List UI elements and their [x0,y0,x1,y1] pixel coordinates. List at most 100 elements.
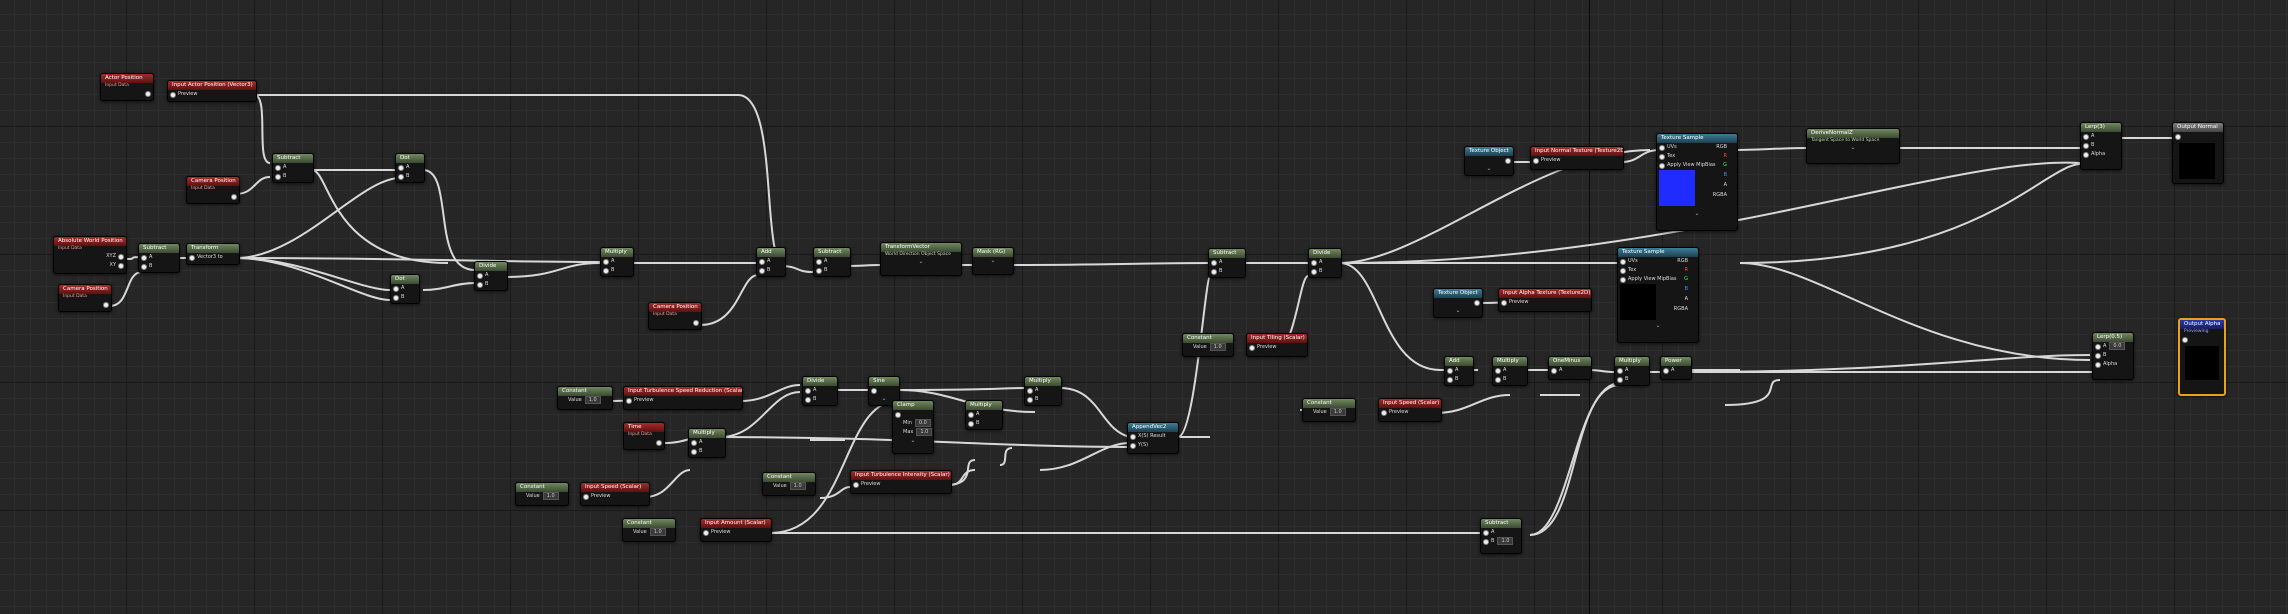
node-input-actor-position[interactable]: Input Actor Position (Vector3) Preview [167,80,257,102]
pin-a[interactable]: A [1661,366,1691,375]
pin-a[interactable]: A [139,253,179,262]
input-pin[interactable] [893,410,933,419]
pin-b[interactable]: B [139,262,179,271]
node-constant-turbulence-intensity[interactable]: Constant Value 1.0 [762,472,816,496]
pin-a[interactable]: A [1025,386,1061,395]
pin-a[interactable]: A [1309,258,1341,267]
node-input-speed-2[interactable]: Input Speed (Scalar) Preview [1378,398,1442,422]
preview-pin[interactable]: Preview [624,396,742,405]
input-pin[interactable] [869,386,899,395]
node-divide-3[interactable]: Divide A B [802,376,838,406]
node-subtract-bottom[interactable]: Subtract A B 1.0 [1480,518,1522,554]
preview-pin[interactable]: Preview [851,480,951,489]
node-constant-amount[interactable]: Constant Value 1.0 [622,518,676,542]
expand-chevron-icon[interactable]: ⌄ [893,437,933,445]
node-camera-position-3[interactable]: Camera Position Input Data [648,302,702,330]
pin-b[interactable]: B [1209,267,1245,276]
node-multiply-1[interactable]: Multiply A B [600,247,634,277]
node-append[interactable]: AppendVec2 X(S) Result Y(S) [1127,422,1179,454]
output-pin[interactable] [187,192,239,201]
pin-b[interactable]: B [475,280,507,289]
value-input[interactable]: 0.0 [914,419,931,427]
pin-alpha[interactable]: Alpha [2093,360,2133,369]
node-oneminus[interactable]: OneMinus A [1548,356,1592,380]
preview-pin[interactable]: Preview [1379,408,1441,417]
preview-pin[interactable]: Preview [1247,343,1307,352]
pin-a[interactable]: A [396,163,424,172]
node-texture-sample-1[interactable]: Texture Sample UVs RGB Tex R Apply View Mi… [1656,133,1738,231]
value-field[interactable]: Value 1.0 [558,396,612,405]
node-add-1[interactable]: Add A B [756,247,786,277]
node-multiply-time[interactable]: Multiply A B [688,428,726,458]
tex-pin[interactable]: Tex R [1657,152,1737,161]
expand-chevron-icon[interactable]: ⌄ [1657,210,1737,218]
output-pin[interactable] [649,318,701,327]
value-input[interactable]: 1.0 [1329,408,1346,416]
input-pin[interactable]: Vector3 to [187,253,239,262]
node-multiply-2[interactable]: Multiply A B [1024,376,1062,406]
node-subtract-2[interactable]: Subtract A B [272,153,314,183]
node-multiply-3[interactable]: Multiply A B [965,400,1003,430]
node-input-turbulence-intensity[interactable]: Input Turbulence Intensity (Scalar) Prev… [850,470,952,494]
pin-b[interactable]: B [757,266,785,275]
node-constant-speed[interactable]: Constant Value 1.0 [515,482,569,506]
node-transform-vector[interactable]: TransformVector World Direction Object S… [880,242,962,276]
node-subtract-3[interactable]: Subtract A B [813,247,851,277]
pin-b[interactable]: B [2093,351,2133,360]
value-input[interactable]: 1.0 [916,428,933,436]
pin-b[interactable]: B [2081,141,2121,150]
pin-b[interactable]: B [689,447,725,456]
pin-a[interactable]: A [1549,366,1591,375]
output-pin[interactable] [1434,298,1482,307]
node-divide-1[interactable]: Divide A B [474,261,508,291]
pin-a[interactable]: A [1615,366,1649,375]
input-pin[interactable] [2173,132,2223,141]
node-derive-normal[interactable]: DeriveNormalZ Tangent Space to World Spa… [1806,128,1900,164]
node-texture-object-1[interactable]: Texture Object ⌄ [1464,146,1514,176]
value-field[interactable]: Value 1.0 [516,492,568,501]
pin-a[interactable]: A [1481,528,1521,537]
node-actor-position[interactable]: Actor Position Input Data [100,73,154,101]
xyz-pin[interactable]: XYZ [54,252,126,261]
pin-a[interactable]: A [601,257,633,266]
node-dot-1[interactable]: Dot A B [395,153,425,183]
node-camera-position-2[interactable]: Camera Position Input Data [58,284,112,312]
pin-b[interactable]: B [391,293,419,302]
node-input-normal-texture[interactable]: Input Normal Texture (Texture2D) Preview [1530,146,1624,170]
node-power[interactable]: Power A [1660,356,1692,380]
mipbias-pin[interactable]: Apply View MipBias G [1657,161,1737,170]
node-input-alpha-texture[interactable]: Input Alpha Texture (Texture2D) Preview [1498,288,1592,312]
node-transform[interactable]: Transform Vector3 to [186,243,240,265]
value-input[interactable]: 1.0 [649,528,666,536]
preview-pin[interactable]: Preview [1499,298,1591,307]
output-pin[interactable] [1465,156,1513,165]
node-camera-position-1[interactable]: Camera Position Input Data [186,176,240,204]
node-multiply-5[interactable]: Multiply A B [1614,356,1650,386]
pin-b[interactable]: B [396,172,424,181]
pin-y[interactable]: Y(S) [1128,441,1178,450]
pin-b[interactable]: B [273,172,313,181]
node-constant-tiling[interactable]: Constant Value 1.0 [1182,333,1234,357]
uvs-pin[interactable]: UVs RGB [1618,257,1698,266]
pin-b[interactable]: B 1.0 [1481,537,1521,546]
pin-b[interactable]: B [601,266,633,275]
preview-pin[interactable]: Preview [168,90,256,99]
pin-a[interactable]: A [966,410,1002,419]
value-input[interactable]: 1.0 [1497,537,1514,545]
pin-b[interactable]: B [1493,375,1527,384]
expand-chevron-icon[interactable]: ⌄ [973,257,1013,265]
xy-pin[interactable]: XY [54,261,126,270]
value-input[interactable]: 1.0 [542,492,559,500]
pin-b[interactable]: B [1025,395,1061,404]
pin-a[interactable]: A [757,257,785,266]
pin-b[interactable]: B [1445,375,1473,384]
expand-chevron-icon[interactable]: ⌄ [1807,144,1899,152]
value-input[interactable]: 1.0 [584,396,601,404]
node-constant-speed-2[interactable]: Constant Value 1.0 [1302,398,1356,422]
preview-pin[interactable]: Preview [1531,156,1623,165]
node-dot-2[interactable]: Dot A B [390,274,420,304]
pin-a[interactable]: A [803,386,837,395]
value-field[interactable]: Value 1.0 [1183,343,1233,352]
pin-a[interactable]: A [475,271,507,280]
node-output-alpha[interactable]: Output Alpha Previewing [2178,318,2226,396]
